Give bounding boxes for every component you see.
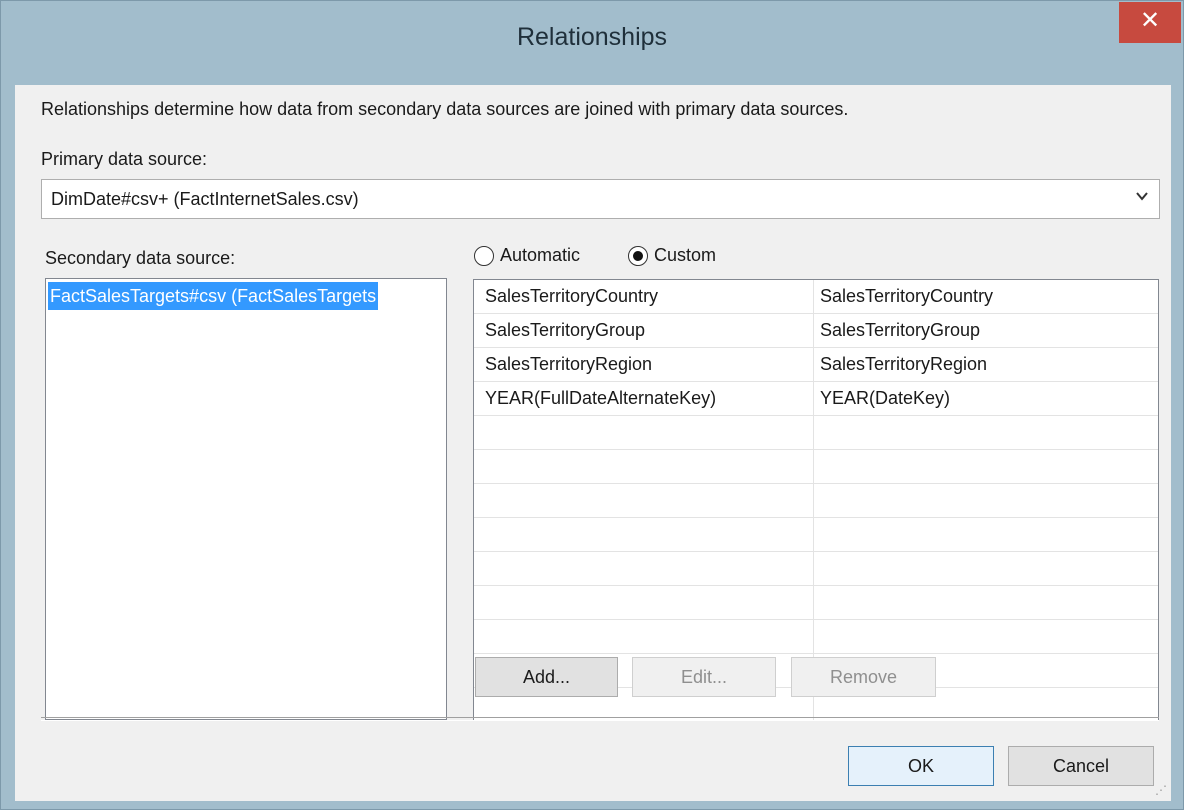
mapping-primary-field: YEAR(FullDateAlternateKey) xyxy=(485,388,717,408)
mapping-secondary-field: SalesTerritoryGroup xyxy=(820,320,981,340)
resize-grip-icon[interactable]: ⋰ xyxy=(1155,783,1167,797)
mapping-row[interactable]: SalesTerritoryCountry SalesTerritoryCount… xyxy=(474,280,1158,314)
automatic-radio-label: Automatic xyxy=(500,245,581,265)
title-bar[interactable]: Relationships ✕ xyxy=(1,1,1183,85)
mapping-primary-field xyxy=(485,484,805,517)
mapping-secondary-field xyxy=(820,518,1150,551)
mapping-primary-field: SalesTerritoryCountry xyxy=(485,286,659,306)
primary-source-label: Primary data source: xyxy=(41,149,208,169)
mapping-secondary-field: SalesTerritoryRegion xyxy=(820,354,988,374)
mapping-row[interactable] xyxy=(474,450,1158,484)
mapping-primary-field xyxy=(485,552,805,585)
relationships-dialog: Relationships ✕ Relationships determine … xyxy=(0,0,1184,810)
primary-source-value: DimDate#csv+ (FactInternetSales.csv) xyxy=(51,189,359,209)
close-button[interactable]: ✕ xyxy=(1119,2,1181,43)
mapping-row[interactable] xyxy=(474,484,1158,518)
mapping-row[interactable] xyxy=(474,586,1158,620)
mapping-primary-field: SalesTerritoryRegion xyxy=(485,354,653,374)
secondary-source-item[interactable]: FactSalesTargets#csv (FactSalesTargets xyxy=(48,282,379,310)
mapping-secondary-field xyxy=(820,620,1150,653)
mapping-row[interactable]: YEAR(FullDateAlternateKey) YEAR(DateKey) xyxy=(474,382,1158,416)
mapping-row[interactable]: SalesTerritoryRegion SalesTerritoryRegion xyxy=(474,348,1158,382)
mapping-primary-field xyxy=(485,416,805,449)
mapping-secondary-field: YEAR(DateKey) xyxy=(820,388,951,408)
mapping-primary-field xyxy=(485,518,805,551)
remove-button[interactable]: Remove xyxy=(791,657,936,697)
mapping-primary-field xyxy=(485,586,805,619)
primary-source-combobox[interactable]: DimDate#csv+ (FactInternetSales.csv) xyxy=(41,179,1160,219)
field-mapping-grid[interactable]: SalesTerritoryCountry SalesTerritoryCount… xyxy=(473,279,1159,721)
cancel-button[interactable]: Cancel xyxy=(1008,746,1154,786)
mapping-secondary-field xyxy=(820,450,1150,483)
footer-separator xyxy=(41,717,1159,721)
edit-button[interactable]: Edit... xyxy=(632,657,776,697)
mapping-secondary-field xyxy=(820,416,1150,449)
chevron-down-icon[interactable] xyxy=(1135,187,1149,208)
mapping-row[interactable] xyxy=(474,416,1158,450)
mapping-primary-field xyxy=(485,620,805,653)
secondary-source-label: Secondary data source: xyxy=(45,248,236,268)
mapping-secondary-field xyxy=(820,484,1150,517)
radio-unchecked-icon xyxy=(474,245,494,266)
automatic-radio[interactable]: Automatic xyxy=(474,245,580,266)
mapping-row[interactable] xyxy=(474,620,1158,654)
mapping-row[interactable] xyxy=(474,552,1158,586)
mapping-secondary-field: SalesTerritoryCountry xyxy=(820,286,994,306)
description-text: Relationships determine how data from se… xyxy=(41,99,849,119)
mapping-primary-field xyxy=(485,450,805,483)
mapping-secondary-field xyxy=(820,586,1150,619)
close-icon: ✕ xyxy=(1139,7,1161,34)
ok-button[interactable]: OK xyxy=(848,746,994,786)
dialog-body: Relationships determine how data from se… xyxy=(15,85,1171,801)
add-button[interactable]: Add... xyxy=(475,657,618,697)
dialog-title: Relationships xyxy=(516,23,668,51)
radio-checked-icon xyxy=(628,245,648,266)
mapping-primary-field: SalesTerritoryGroup xyxy=(485,320,646,340)
mapping-secondary-field xyxy=(820,552,1150,585)
custom-radio[interactable]: Custom xyxy=(628,245,716,266)
custom-radio-label: Custom xyxy=(654,245,717,265)
mapping-row[interactable]: SalesTerritoryGroup SalesTerritoryGroup xyxy=(474,314,1158,348)
secondary-source-list[interactable]: FactSalesTargets#csv (FactSalesTargets xyxy=(45,278,447,720)
mapping-row[interactable] xyxy=(474,518,1158,552)
